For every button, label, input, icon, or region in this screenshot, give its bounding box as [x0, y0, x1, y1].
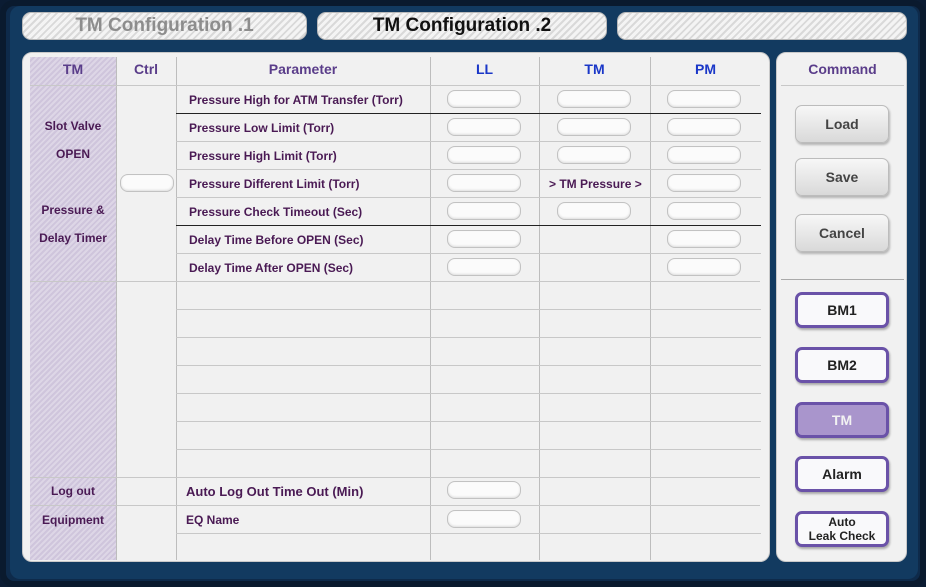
save-button[interactable]: Save [795, 158, 889, 196]
equipment-label: Equipment [42, 513, 104, 527]
delay-timer-label: Delay Timer [39, 231, 107, 245]
pm-input[interactable] [667, 146, 741, 164]
row-divider [176, 421, 761, 422]
header-parameter: Parameter [268, 61, 338, 77]
ll-input[interactable] [447, 258, 521, 276]
ll-input[interactable] [447, 146, 521, 164]
param-label: Pressure Different Limit (Torr) [189, 177, 360, 191]
tm-button[interactable]: TM [795, 402, 889, 438]
ll-input[interactable] [447, 90, 521, 108]
param-label: Pressure Check Timeout (Sec) [189, 205, 363, 219]
open-label: OPEN [55, 147, 90, 161]
command-header: Command [808, 61, 877, 77]
row-divider [30, 505, 760, 506]
row-divider [176, 365, 761, 366]
eq-name-param: EQ Name [186, 513, 240, 527]
auto-leak-check-button[interactable]: Auto Leak Check [795, 511, 889, 547]
param-label: Delay Time Before OPEN (Sec) [189, 233, 364, 247]
bm2-button[interactable]: BM2 [795, 347, 889, 383]
pressure-label: Pressure & [41, 203, 105, 217]
header-divider [30, 85, 760, 86]
load-button-label: Load [825, 116, 859, 132]
pm-input[interactable] [667, 174, 741, 192]
pm-input[interactable] [667, 230, 741, 248]
tm-input[interactable] [557, 202, 631, 220]
ll-input[interactable] [447, 174, 521, 192]
tm-input[interactable] [557, 146, 631, 164]
eq-name-input[interactable] [447, 510, 521, 528]
bm1-button[interactable]: BM1 [795, 292, 889, 328]
config-table-panel: TM Ctrl Parameter LL TM PM Slot Valve OP… [22, 52, 770, 562]
row-divider [176, 337, 761, 338]
row-divider [176, 449, 761, 450]
param-label: Delay Time After OPEN (Sec) [189, 261, 354, 275]
header-pm: PM [695, 61, 716, 77]
param-label: Pressure High Limit (Torr) [189, 149, 337, 163]
alarm-button[interactable]: Alarm [795, 456, 889, 492]
row-divider [30, 281, 760, 282]
ll-input[interactable] [447, 230, 521, 248]
pm-input[interactable] [667, 258, 741, 276]
load-button[interactable]: Load [795, 105, 889, 143]
tm-pressure-reference: > TM Pressure > [549, 177, 642, 191]
row-divider [30, 477, 760, 478]
row-divider [176, 169, 761, 170]
tab-empty[interactable] [617, 12, 907, 40]
row-divider [176, 197, 761, 198]
bm2-button-label: BM2 [827, 357, 857, 373]
row-divider [176, 141, 761, 142]
row-divider [176, 393, 761, 394]
row-divider [176, 533, 761, 534]
header-tm-column: TM [584, 61, 605, 77]
save-button-label: Save [825, 169, 859, 185]
row-divider [176, 309, 761, 310]
param-label: Pressure Low Limit (Torr) [189, 121, 335, 135]
tm-button-label: TM [831, 412, 853, 428]
row-group-divider [176, 113, 761, 114]
cancel-button-label: Cancel [819, 225, 865, 241]
pm-input[interactable] [667, 202, 741, 220]
command-divider [781, 279, 904, 280]
pm-input[interactable] [667, 90, 741, 108]
ll-input[interactable] [447, 202, 521, 220]
log-out-label: Log out [51, 484, 95, 498]
tab-tm-configuration-2[interactable]: TM Configuration .2 [317, 12, 607, 40]
ll-input[interactable] [447, 118, 521, 136]
tm-input[interactable] [557, 90, 631, 108]
alarm-button-label: Alarm [822, 466, 862, 482]
tm-input[interactable] [557, 118, 631, 136]
column-divider [116, 57, 117, 560]
auto-leak-check-label-line2: Leak Check [808, 529, 876, 543]
tab-label: TM Configuration .1 [75, 15, 254, 36]
row-group-divider [176, 225, 761, 226]
bm1-button-label: BM1 [827, 302, 857, 318]
slot-valve-label: Slot Valve [44, 119, 102, 133]
tab-label: TM Configuration .2 [372, 15, 552, 36]
command-panel: Command Load Save Cancel BM1 BM2 TM Alar… [776, 52, 907, 562]
tab-tm-configuration-1[interactable]: TM Configuration .1 [22, 12, 307, 40]
auto-logout-param: Auto Log Out Time Out (Min) [186, 484, 364, 499]
auto-logout-input[interactable] [447, 481, 521, 499]
param-label: Pressure High for ATM Transfer (Torr) [189, 93, 403, 107]
header-ctrl: Ctrl [133, 61, 159, 77]
row-divider [176, 253, 761, 254]
cancel-button[interactable]: Cancel [795, 214, 889, 252]
command-header-divider [781, 85, 904, 86]
auto-leak-check-label-line1: Auto [828, 515, 856, 529]
ctrl-input[interactable] [120, 174, 174, 192]
header-ll: LL [475, 61, 494, 77]
header-tm: TM [62, 61, 84, 77]
pm-input[interactable] [667, 118, 741, 136]
